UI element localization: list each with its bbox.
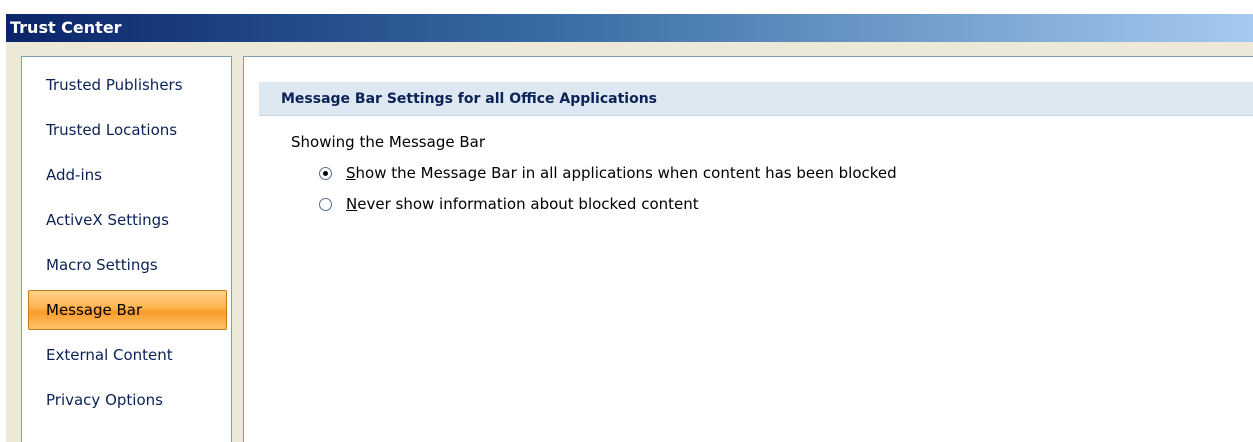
sidebar-item-label: Privacy Options: [46, 391, 163, 409]
radio-checked-icon[interactable]: [319, 166, 332, 180]
radio-label: Never show information about blocked con…: [346, 195, 699, 213]
window-title-bar: Trust Center: [6, 14, 1253, 42]
content-panel: Message Bar Settings for all Office Appl…: [243, 56, 1253, 442]
radio-label-text: ever show information about blocked cont…: [357, 195, 699, 213]
sidebar-item-label: Add-ins: [46, 166, 102, 184]
sidebar-item-message-bar[interactable]: Message Bar: [28, 290, 227, 330]
section-title: Message Bar Settings for all Office Appl…: [281, 91, 658, 107]
window-title: Trust Center: [10, 18, 122, 37]
sidebar-item-label: ActiveX Settings: [46, 211, 169, 229]
sidebar-item-privacy-options[interactable]: Privacy Options: [28, 380, 227, 420]
sidebar-item-external-content[interactable]: External Content: [28, 335, 227, 375]
radio-unchecked-icon[interactable]: [319, 197, 332, 211]
radio-label: Show the Message Bar in all applications…: [346, 164, 897, 182]
sidebar-item-label: External Content: [46, 346, 173, 364]
sidebar-item-label: Message Bar: [46, 301, 143, 319]
sidebar-item-activex-settings[interactable]: ActiveX Settings: [28, 200, 227, 240]
radio-label-text: how the Message Bar in all applications …: [355, 164, 897, 182]
sidebar-nav: Trusted Publishers Trusted Locations Add…: [21, 56, 232, 442]
sidebar-item-label: Macro Settings: [46, 256, 158, 274]
radio-never-show[interactable]: Never show information about blocked con…: [319, 194, 699, 214]
accelerator-key: S: [346, 164, 356, 182]
sidebar-item-trusted-publishers[interactable]: Trusted Publishers: [28, 65, 227, 105]
radio-show-message-bar[interactable]: Show the Message Bar in all applications…: [319, 163, 897, 183]
sidebar-item-label: Trusted Locations: [46, 121, 178, 139]
group-label: Showing the Message Bar: [291, 133, 485, 151]
sidebar-item-add-ins[interactable]: Add-ins: [28, 155, 227, 195]
accelerator-key: N: [346, 195, 358, 213]
section-header: Message Bar Settings for all Office Appl…: [259, 82, 1253, 116]
sidebar-item-trusted-locations[interactable]: Trusted Locations: [28, 110, 227, 150]
sidebar-item-macro-settings[interactable]: Macro Settings: [28, 245, 227, 285]
sidebar-item-label: Trusted Publishers: [46, 76, 183, 94]
